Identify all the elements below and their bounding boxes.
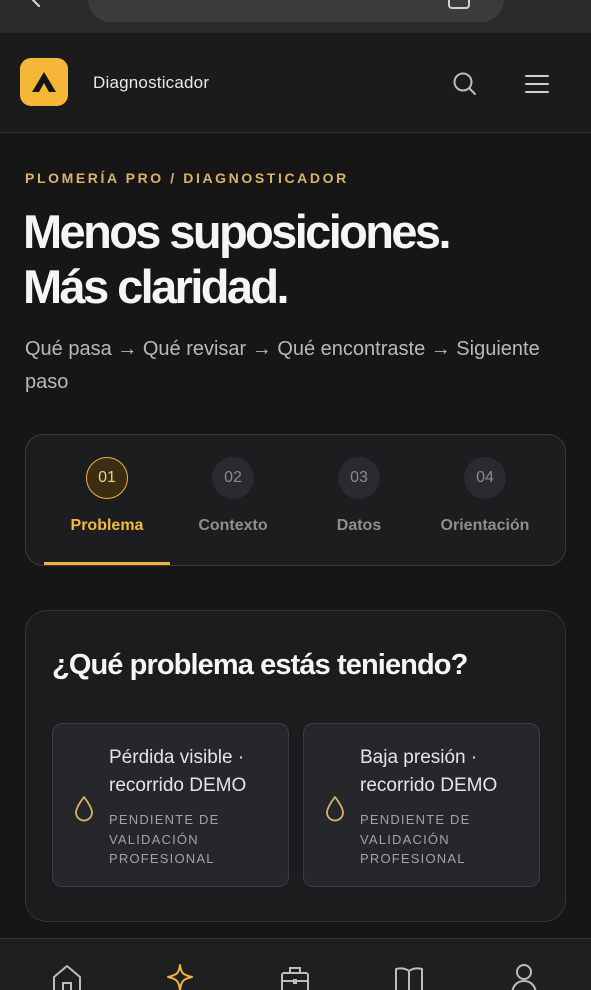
- page-subtitle: Qué pasa → Qué revisar → Qué encontraste…: [25, 338, 540, 393]
- option-perdida-visible[interactable]: Pérdida visible · recorrido DEMO PENDIEN…: [52, 723, 289, 887]
- option-title: Pérdida visible · recorrido DEMO: [109, 747, 247, 796]
- nav-guia[interactable]: [392, 963, 426, 990]
- step-number: 02: [212, 457, 254, 499]
- step-label: Datos: [336, 517, 382, 534]
- step-label: Contexto: [198, 517, 268, 534]
- step-number: 04: [464, 457, 506, 499]
- bottom-navigation: [0, 938, 591, 990]
- page-title-line-1: Menos suposiciones.: [23, 205, 452, 258]
- nav-home[interactable]: [50, 963, 84, 990]
- tabs-icon[interactable]: [448, 0, 470, 10]
- nav-trabajos[interactable]: [278, 963, 312, 990]
- step-label: Orientación: [440, 517, 530, 534]
- home-icon: [53, 965, 81, 990]
- step-orientacion[interactable]: 04 Orientación: [422, 435, 548, 565]
- water-drop-icon: [75, 796, 93, 822]
- briefcase-icon: [281, 967, 309, 990]
- option-status: PENDIENTE DE VALIDACIÓN PROFESIONAL: [360, 812, 471, 866]
- book-icon: [395, 967, 423, 990]
- page-title: Menos suposiciones. Más claridad.: [23, 204, 573, 314]
- step-number: 01: [86, 457, 128, 499]
- browser-toolbar: [0, 0, 591, 33]
- question-title: ¿Qué problema estás teniendo?: [52, 649, 468, 681]
- menu-button[interactable]: [522, 69, 552, 99]
- step-tabs: 01 Problema 02 Contexto 03 Datos 04 Orie…: [25, 434, 566, 566]
- step-label: Problema: [70, 517, 144, 534]
- active-step-indicator: [44, 562, 170, 565]
- nav-perfil[interactable]: [507, 963, 541, 990]
- back-arrow-icon[interactable]: [26, 0, 46, 8]
- option-baja-presion[interactable]: Baja presión · recorrido DEMO PENDIENTE …: [303, 723, 540, 887]
- search-icon: [453, 72, 476, 95]
- water-drop-icon: [326, 796, 344, 822]
- page-title-line-2: Más claridad.: [23, 260, 290, 313]
- user-icon: [511, 964, 537, 990]
- header-title: Diagnosticador: [93, 73, 210, 92]
- step-contexto[interactable]: 02 Contexto: [170, 435, 296, 565]
- address-bar[interactable]: [88, 0, 504, 22]
- step-datos[interactable]: 03 Datos: [296, 435, 422, 565]
- nav-diagnosticador[interactable]: [163, 963, 197, 990]
- option-title: Baja presión · recorrido DEMO: [360, 747, 498, 796]
- option-status: PENDIENTE DE VALIDACIÓN PROFESIONAL: [109, 812, 220, 866]
- app-logo[interactable]: [20, 58, 68, 106]
- search-button[interactable]: [450, 69, 480, 99]
- breadcrumb: PLOMERÍA PRO / DIAGNOSTICADOR: [25, 170, 349, 186]
- menu-icon: [525, 75, 549, 93]
- question-card: ¿Qué problema estás teniendo? Pérdida vi…: [25, 610, 566, 922]
- sparkle-icon: [167, 964, 193, 990]
- step-problema[interactable]: 01 Problema: [44, 435, 170, 565]
- logo-mark-icon: [32, 72, 56, 92]
- step-number: 03: [338, 457, 380, 499]
- app-header: Diagnosticador: [0, 33, 591, 133]
